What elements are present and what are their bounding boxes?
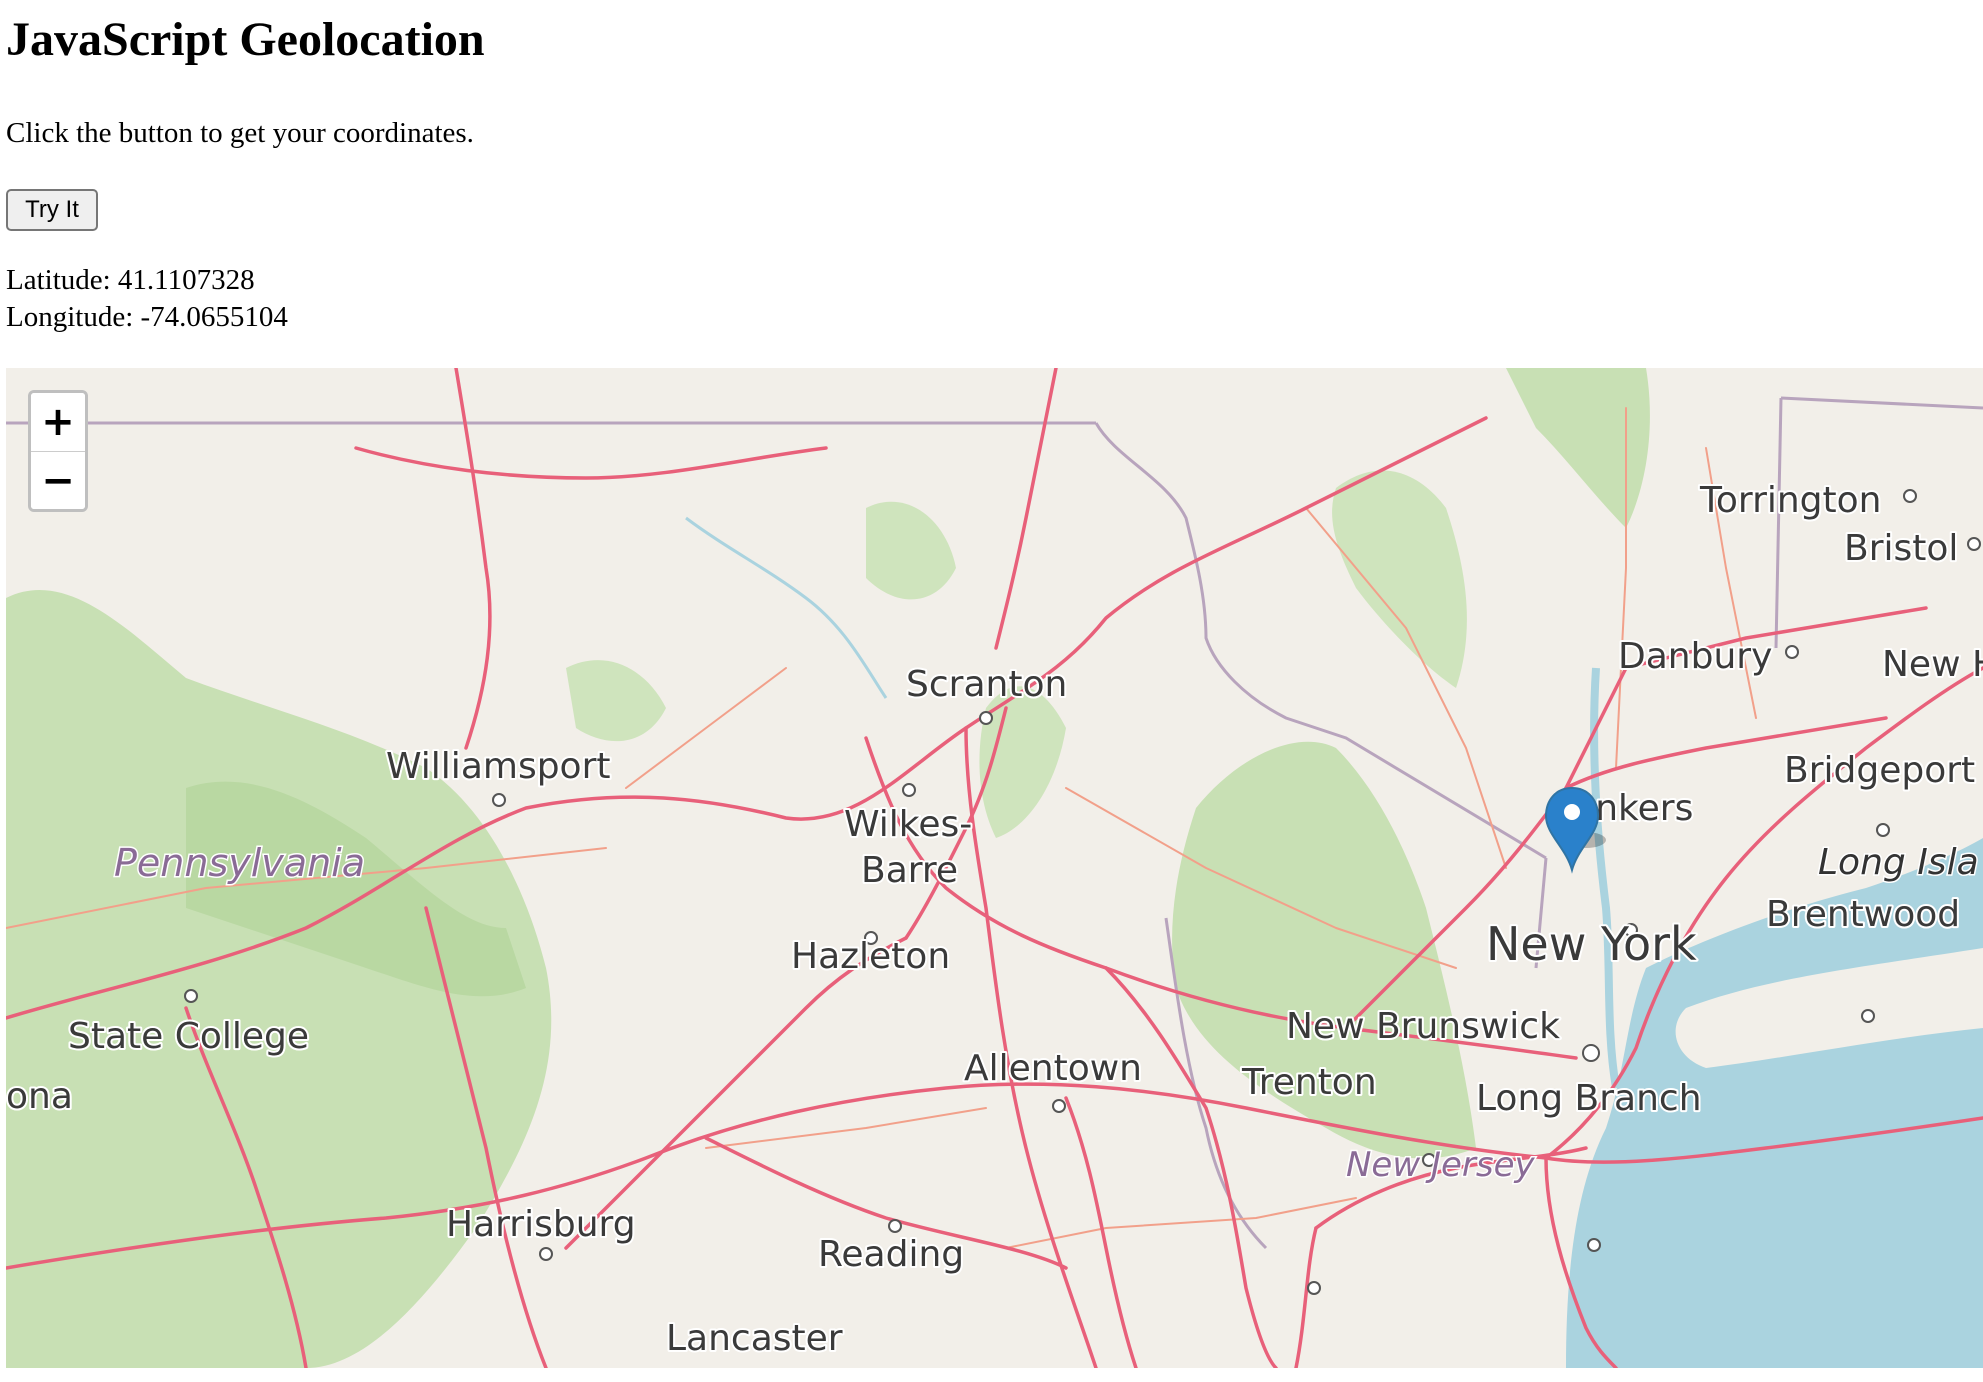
town-marker <box>1582 1044 1600 1062</box>
map-label-long-island: Long Isla <box>1818 842 1979 883</box>
town-marker <box>1587 1238 1601 1252</box>
map-label-new-haven: New H <box>1882 644 1983 685</box>
town-marker <box>1861 1009 1875 1023</box>
zoom-in-button[interactable]: + <box>31 393 85 451</box>
state-border <box>1780 396 1983 410</box>
map-label-lancaster: Lancaster <box>666 1318 843 1359</box>
map-label-new-brunswick: New Brunswick <box>1286 1006 1560 1047</box>
town-marker <box>888 1219 902 1233</box>
map-label-danbury: Danbury <box>1618 636 1772 677</box>
town-marker <box>492 793 506 807</box>
minor-road <box>1005 1197 1357 1249</box>
river <box>1590 667 1620 1089</box>
coordinates-output: Latitude: 41.1107328 Longitude: -74.0655… <box>6 262 288 336</box>
forest-area <box>1332 470 1467 688</box>
map-label-trenton: Trenton <box>1241 1062 1377 1103</box>
river <box>685 516 888 699</box>
map-label-scranton: Scranton <box>906 664 1067 705</box>
major-road <box>564 936 908 1250</box>
page: JavaScript Geolocation Click the button … <box>0 0 1983 1382</box>
minor-road <box>705 1107 987 1149</box>
town-marker <box>1967 537 1981 551</box>
map-label-bridgeport: Bridgeport <box>1784 750 1975 791</box>
map-label-allentown: Allentown <box>964 1048 1142 1089</box>
map-label-williamsport: Williamsport <box>386 746 611 787</box>
map-label-new-york: New York <box>1486 917 1697 971</box>
map-view[interactable]: Pennsylvania Scranton Williamsport Wilke… <box>6 368 1983 1368</box>
town-marker <box>979 711 993 725</box>
map-label-altoona: ona <box>6 1076 73 1117</box>
map-label-pennsylvania: Pennsylvania <box>114 841 365 885</box>
town-marker <box>184 989 198 1003</box>
major-road <box>454 368 492 750</box>
town-marker <box>1785 645 1799 659</box>
forest-area <box>566 660 666 742</box>
page-title: JavaScript Geolocation <box>6 13 485 66</box>
longitude-line: Longitude: -74.0655104 <box>6 301 288 333</box>
map-label-brentwood: Brentwood <box>1766 894 1960 935</box>
major-road <box>994 368 1058 650</box>
map-tiles: Pennsylvania Scranton Williamsport Wilke… <box>6 368 1983 1368</box>
town-marker <box>1876 823 1890 837</box>
map-label-hazleton: Hazleton <box>791 936 950 977</box>
map-label-torrington: Torrington <box>1699 480 1882 521</box>
forest-area <box>866 501 956 600</box>
map-label-bristol: Bristol <box>1844 528 1958 569</box>
zoom-control: + − <box>28 390 88 512</box>
major-road <box>354 446 828 480</box>
major-road <box>1294 1226 1318 1368</box>
forest-area <box>1506 368 1650 528</box>
map-label-reading: Reading <box>818 1234 964 1275</box>
state-border <box>1774 397 1783 649</box>
map-label-wilkes: Wilkes- <box>844 804 972 845</box>
map-label-new-jersey: New Jersey <box>1346 1145 1536 1185</box>
latitude-line: Latitude: 41.1107328 <box>6 264 255 296</box>
map-label-barre: Barre <box>861 850 958 891</box>
map-label-harrisburg: Harrisburg <box>446 1204 636 1245</box>
town-marker <box>902 783 916 797</box>
town-marker <box>1307 1281 1321 1295</box>
town-marker <box>539 1247 553 1261</box>
try-it-button[interactable]: Try It <box>6 189 98 231</box>
instructions-text: Click the button to get your coordinates… <box>6 117 474 149</box>
map-label-state-college: State College <box>68 1016 309 1057</box>
town-marker <box>1903 489 1917 503</box>
map-label-long-branch: Long Branch <box>1476 1078 1702 1119</box>
town-marker <box>1052 1099 1066 1113</box>
zoom-out-button[interactable]: − <box>31 451 85 509</box>
